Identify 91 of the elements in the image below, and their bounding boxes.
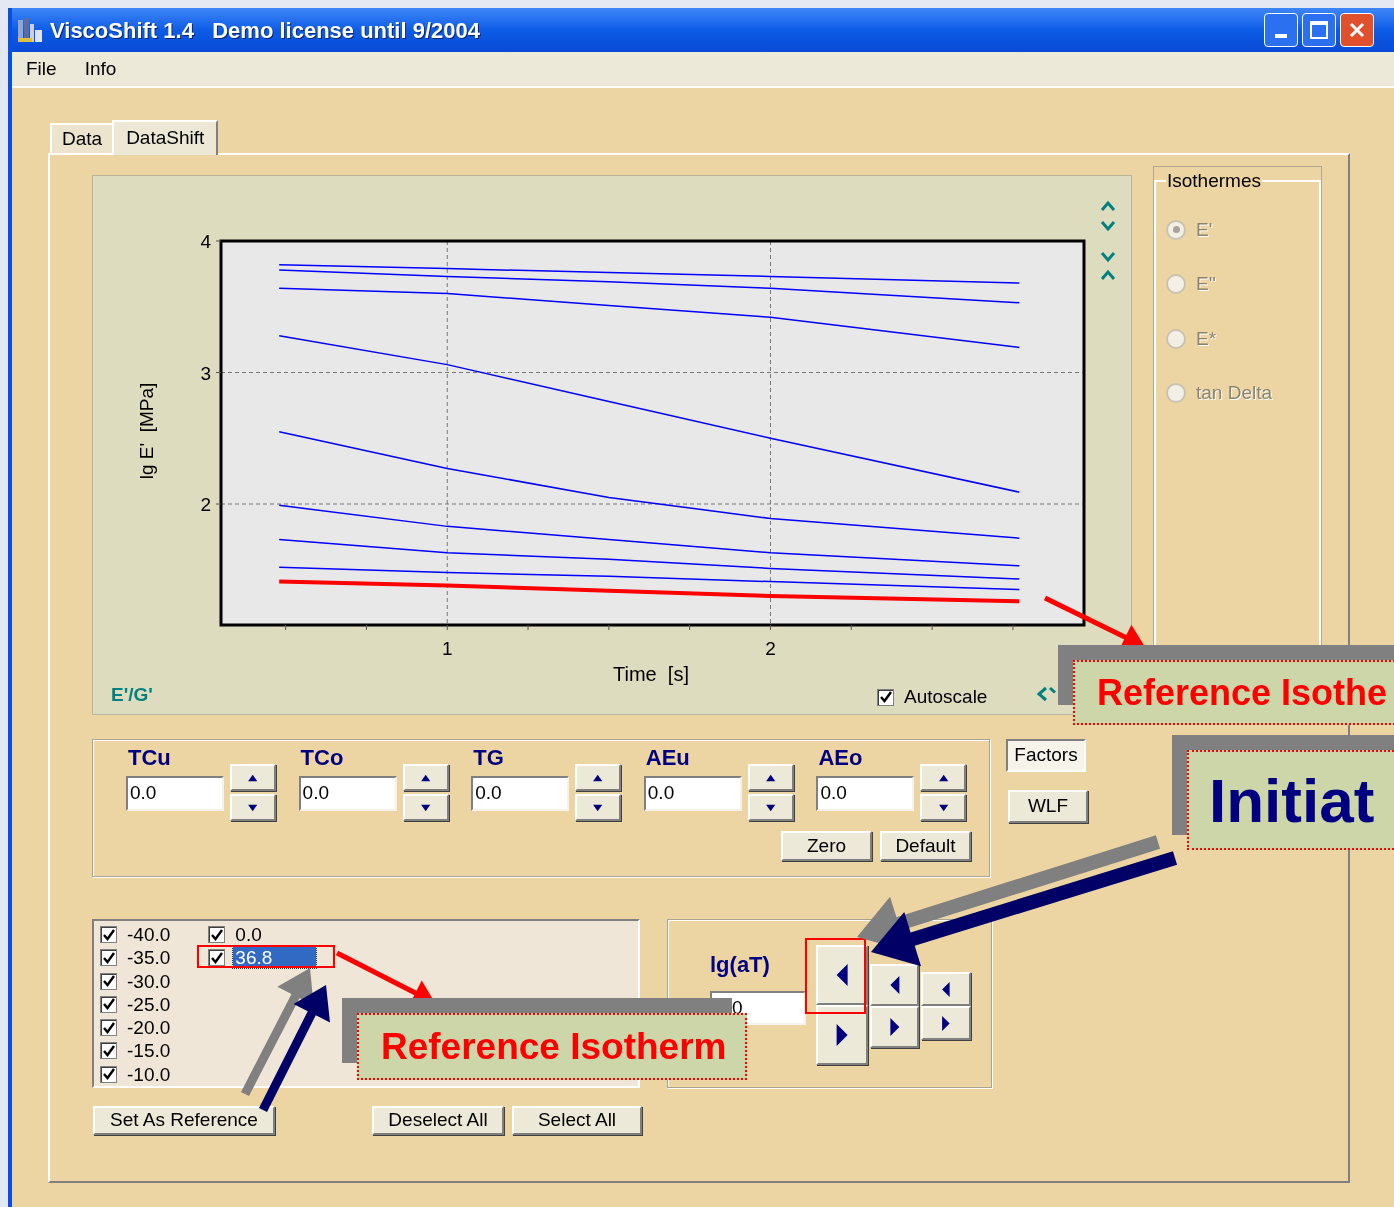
collapse-vertical-icon[interactable] (1100, 250, 1116, 282)
checkbox[interactable] (100, 949, 117, 967)
close-button[interactable] (1340, 13, 1374, 47)
parameter-label: TCo (300, 746, 345, 770)
maximize-button[interactable] (1302, 13, 1336, 47)
menu-item[interactable]: Info (70, 54, 131, 84)
parameter-label: AEu (645, 746, 691, 770)
close-icon (1349, 22, 1365, 38)
parameter-field[interactable]: 0.0 (471, 776, 570, 811)
right-triangle-icon (834, 1024, 850, 1046)
mode-label: E'/G' (111, 683, 153, 707)
group-title: Isothermes (1166, 169, 1262, 193)
shift-right-button[interactable] (921, 1006, 971, 1040)
autoscale-label: Autoscale (904, 685, 988, 709)
checkbox[interactable] (877, 688, 894, 706)
action-button[interactable]: Zero (781, 831, 872, 861)
spin-up-button[interactable] (920, 764, 967, 791)
list-item[interactable]: -10.0 (125, 1063, 173, 1085)
x-tick-label: 2 (765, 638, 776, 659)
checkbox[interactable] (100, 995, 117, 1013)
y-axis-title: lg E' [MPa] (136, 382, 157, 480)
parameter-label: TCu (128, 746, 172, 770)
shift-left-button[interactable] (870, 964, 919, 1006)
checkbox[interactable] (100, 972, 117, 990)
side-button[interactable]: WLF (1008, 790, 1088, 823)
left-triangle-icon (834, 964, 850, 986)
minimize-icon (1275, 34, 1287, 38)
checkbox[interactable] (208, 926, 226, 943)
x-axis-title: Time [s] (613, 663, 689, 685)
checkbox[interactable] (100, 1042, 117, 1060)
list-item[interactable]: -35.0 (125, 947, 173, 969)
shift-left-button[interactable] (816, 945, 868, 1005)
chevrons-icon[interactable] (1036, 686, 1056, 702)
y-tick-label: 2 (200, 494, 211, 515)
tab[interactable]: DataShift (112, 120, 219, 155)
list-item[interactable]: -30.0 (125, 970, 173, 992)
radio-label: E'' (1196, 272, 1216, 296)
spin-down-button[interactable] (230, 794, 276, 821)
spin-down-button[interactable] (920, 794, 967, 821)
app-icon (16, 16, 44, 44)
menu-item[interactable]: File (12, 54, 71, 84)
radio-label: E* (1196, 326, 1217, 351)
tab[interactable]: Data (50, 123, 113, 153)
radio-label: tan Delta (1196, 381, 1273, 405)
checkbox[interactable] (208, 949, 226, 967)
radio-label: E' (1196, 217, 1213, 242)
spin-up-button[interactable] (402, 764, 449, 791)
spin-down-button[interactable] (747, 794, 794, 821)
expand-vertical-icon[interactable] (1100, 200, 1116, 232)
right-triangle-icon (941, 1015, 951, 1031)
spin-down-button[interactable] (402, 794, 449, 821)
parameter-field[interactable]: 0.0 (643, 776, 742, 811)
parameter-label: AEo (818, 746, 864, 770)
shift-left-button[interactable] (921, 972, 971, 1006)
list-item[interactable]: -40.0 (125, 924, 173, 945)
maximize-icon (1310, 21, 1328, 39)
action-button[interactable]: Set As Reference (93, 1106, 275, 1135)
left-triangle-icon (888, 976, 901, 994)
parameter-field[interactable]: 0.0 (816, 776, 915, 811)
shift-right-button[interactable] (870, 1006, 919, 1048)
parameter-field[interactable]: 0.0 (298, 776, 397, 811)
spin-up-button[interactable] (747, 764, 794, 791)
action-button[interactable]: Default (880, 831, 971, 861)
spin-up-button[interactable] (230, 764, 276, 791)
right-triangle-icon (888, 1018, 901, 1036)
list-item[interactable]: -25.0 (125, 993, 173, 1015)
window-title: ViscoShift 1.4 Demo license until 9/2004 (50, 16, 480, 45)
shift-label: lg(aT) (710, 951, 771, 979)
y-tick-label: 3 (200, 362, 211, 384)
checkbox[interactable] (100, 926, 117, 943)
left-triangle-icon (941, 981, 951, 997)
checkbox[interactable] (100, 1065, 117, 1083)
checkbox[interactable] (100, 1019, 117, 1037)
action-button[interactable]: Deselect All (372, 1106, 504, 1135)
callout-label: Reference Isothe (1073, 660, 1394, 725)
spin-down-button[interactable] (575, 794, 622, 821)
shift-right-button[interactable] (816, 1005, 868, 1065)
list-item[interactable]: -20.0 (125, 1017, 173, 1039)
minimize-button[interactable] (1264, 13, 1298, 47)
y-tick-label: 4 (200, 231, 211, 252)
parameter-field[interactable]: 0.0 (126, 776, 224, 811)
x-tick-label: 1 (441, 638, 453, 659)
list-item[interactable]: 36.8 (233, 947, 317, 969)
action-button[interactable]: Select All (512, 1106, 642, 1135)
spin-up-button[interactable] (575, 764, 622, 791)
callout-label: Reference Isotherm (357, 1013, 747, 1080)
parameter-label: TG (473, 746, 505, 770)
callout-label: Initiat (1187, 750, 1394, 850)
list-item[interactable]: -15.0 (125, 1040, 173, 1062)
side-button[interactable]: Factors (1006, 739, 1086, 772)
list-item[interactable]: 0.0 (233, 924, 264, 945)
